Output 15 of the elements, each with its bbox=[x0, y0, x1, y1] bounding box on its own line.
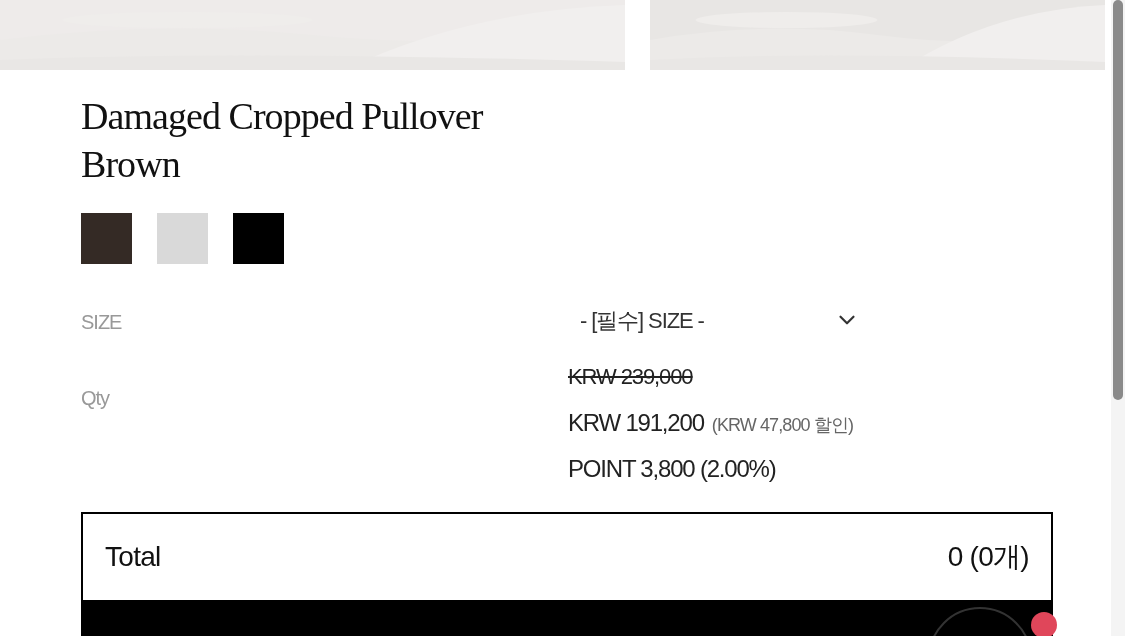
original-price: KRW 239,000 bbox=[568, 363, 694, 391]
size-select[interactable]: - [필수] SIZE - bbox=[568, 304, 868, 336]
qty-label: Qty bbox=[81, 386, 111, 411]
action-bar[interactable] bbox=[81, 602, 1053, 636]
total-label: Total bbox=[105, 540, 161, 574]
color-swatch[interactable] bbox=[157, 213, 208, 264]
product-title: Damaged Cropped Pullover Brown bbox=[81, 94, 484, 187]
scrollbar[interactable] bbox=[1111, 0, 1125, 636]
size-label: SIZE bbox=[81, 310, 123, 335]
total-value: 0 (0개) bbox=[947, 540, 1029, 574]
color-swatch[interactable] bbox=[81, 213, 132, 264]
color-swatch[interactable] bbox=[233, 213, 284, 264]
sale-price: KRW 191,200 bbox=[568, 408, 704, 438]
point-info: POINT 3,800 (2.00%) bbox=[568, 454, 777, 484]
discount-amount: (KRW 47,800 할인) bbox=[711, 414, 853, 437]
